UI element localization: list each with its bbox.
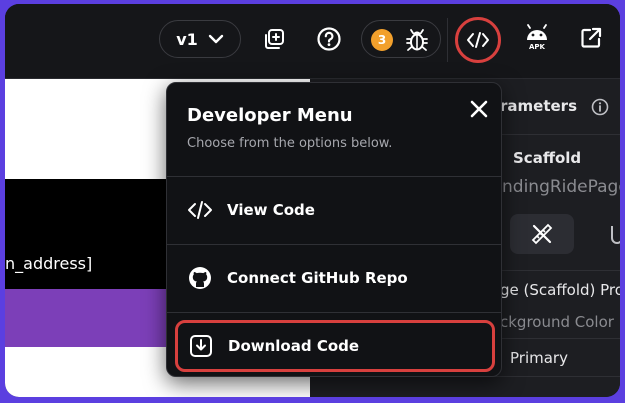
close-icon[interactable] xyxy=(467,97,491,121)
section-label: ge (Scaffold) Pro xyxy=(500,281,620,299)
menu-title: Developer Menu xyxy=(187,105,353,126)
address-text: n_address] xyxy=(5,254,93,273)
version-label: v1 xyxy=(176,29,198,49)
help-icon[interactable] xyxy=(316,26,342,52)
top-toolbar: v1 3 APK xyxy=(5,4,620,79)
background-color-label: ckground Color xyxy=(500,313,614,331)
apk-label: APK xyxy=(529,43,545,51)
github-icon xyxy=(187,265,213,291)
open-external-icon[interactable] xyxy=(579,26,605,52)
developer-menu: Developer Menu Choose from the options b… xyxy=(166,82,502,377)
apk-button[interactable]: APK xyxy=(522,24,552,58)
connect-github-label: Connect GitHub Repo xyxy=(227,269,408,287)
tab-actions-icon[interactable] xyxy=(608,224,620,246)
menu-divider xyxy=(167,312,501,313)
android-icon xyxy=(527,24,547,40)
connect-github-item[interactable]: Connect GitHub Repo xyxy=(167,245,501,311)
chevron-down-icon xyxy=(208,34,223,44)
menu-subtitle: Choose from the options below. xyxy=(187,136,393,151)
widget-name: ndingRidePage xyxy=(502,177,620,197)
code-icon xyxy=(187,197,213,223)
toolbar-divider xyxy=(447,18,448,62)
download-code-item[interactable]: Download Code xyxy=(175,320,495,372)
background-color-value[interactable]: Primary xyxy=(510,349,568,367)
view-code-item[interactable]: View Code xyxy=(167,177,501,243)
developer-menu-button[interactable] xyxy=(455,17,501,63)
bug-icon xyxy=(406,29,428,51)
info-icon[interactable] xyxy=(591,98,609,116)
view-code-label: View Code xyxy=(227,201,315,219)
add-page-icon[interactable] xyxy=(262,26,288,52)
tab-properties[interactable] xyxy=(510,214,574,254)
version-selector[interactable]: v1 xyxy=(159,20,241,58)
debug-issues-button[interactable]: 3 xyxy=(361,20,441,58)
download-code-label: Download Code xyxy=(228,337,360,355)
issue-count-badge: 3 xyxy=(371,29,393,51)
app-window: v1 3 APK n_address] rameters Scaffold nd… xyxy=(5,4,620,397)
design-tools-icon xyxy=(531,223,553,245)
code-icon xyxy=(467,32,489,48)
widget-type: Scaffold xyxy=(513,149,582,167)
panel-header-title: rameters xyxy=(500,97,577,115)
download-icon xyxy=(188,333,214,359)
